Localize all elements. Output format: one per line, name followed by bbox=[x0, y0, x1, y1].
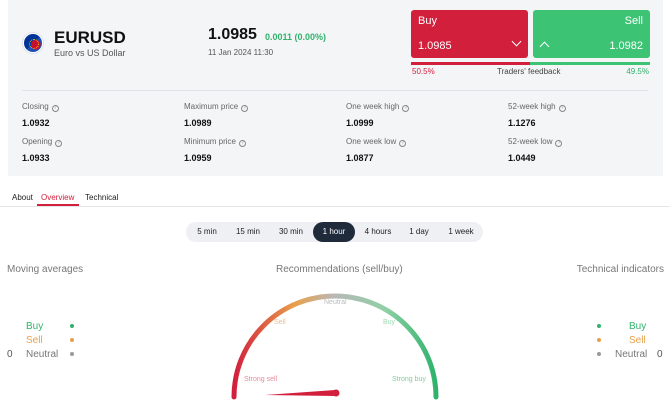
stat-label-one-week-high: One week high? bbox=[346, 102, 410, 112]
stat-value-one-week-high: 1.0999 bbox=[346, 118, 374, 128]
price-change: 0.0011 (0.00%) bbox=[265, 32, 327, 42]
timeframe-30-min[interactable]: 30 min bbox=[273, 222, 309, 242]
ti-legend-sell: Sell bbox=[629, 335, 646, 346]
info-icon[interactable]: ? bbox=[51, 105, 59, 112]
stat-label-52-week-low: 52-week low? bbox=[508, 137, 563, 147]
tab-divider bbox=[0, 206, 670, 207]
technical-indicators-title: Technical indicators bbox=[576, 264, 664, 275]
stat-label-maximum-price: Maximum price? bbox=[184, 102, 249, 112]
gauge-label-strong-sell: Strong sell bbox=[244, 376, 278, 383]
info-icon[interactable]: ? bbox=[558, 105, 566, 112]
feedback-buy-bar bbox=[411, 62, 530, 65]
ma-legend-neutral: Neutral bbox=[26, 349, 59, 360]
current-price: 1.0985 bbox=[208, 26, 257, 43]
stat-label-one-week-low: One week low? bbox=[346, 137, 407, 147]
neutral-dot-icon bbox=[70, 352, 74, 356]
gauge-label-strong-buy: Strong buy bbox=[392, 376, 426, 383]
gauge-needle-hub bbox=[332, 389, 340, 397]
timeframe-1-day[interactable]: 1 day bbox=[402, 222, 436, 242]
chevron-down-icon bbox=[511, 36, 522, 47]
chevron-up-icon bbox=[539, 41, 550, 52]
feedback-buy-percent: 50.5% bbox=[412, 67, 435, 76]
tab-technical[interactable]: Technical bbox=[85, 193, 118, 202]
timeframe-1-hour[interactable]: 1 hour bbox=[313, 222, 355, 242]
tab-about[interactable]: About bbox=[12, 193, 33, 202]
stat-value-maximum-price: 1.0989 bbox=[184, 118, 212, 128]
recommendations-title: Recommendations (sell/buy) bbox=[276, 264, 403, 275]
gauge-needle bbox=[265, 390, 335, 396]
buy-dot-icon bbox=[597, 324, 601, 328]
info-icon[interactable]: ? bbox=[241, 105, 249, 112]
stat-value-one-week-low: 1.0877 bbox=[346, 153, 374, 163]
stat-value-52-week-high: 1.1276 bbox=[508, 118, 536, 128]
stat-label-closing: Closing? bbox=[22, 102, 59, 112]
timeframe-15-min[interactable]: 15 min bbox=[230, 222, 266, 242]
ma-neutral-count: 0 bbox=[7, 349, 13, 360]
stat-value-opening: 1.0933 bbox=[22, 153, 50, 163]
sell-button[interactable]: Sell 1.0982 bbox=[533, 10, 650, 58]
traders-feedback-label: Traders' feedback bbox=[497, 67, 561, 76]
ma-legend-buy: Buy bbox=[26, 321, 44, 332]
eu-flag-icon bbox=[23, 33, 43, 53]
feedback-sell-bar bbox=[530, 62, 650, 65]
info-icon[interactable]: ? bbox=[55, 140, 63, 147]
buy-label: Buy bbox=[418, 15, 437, 27]
ma-legend-sell: Sell bbox=[26, 335, 43, 346]
stat-value-closing: 1.0932 bbox=[22, 118, 50, 128]
gauge-label-sell: Sell bbox=[274, 319, 286, 326]
info-icon[interactable]: ? bbox=[239, 140, 247, 147]
timeframe-4-hours[interactable]: 4 hours bbox=[360, 222, 396, 242]
recommendation-gauge: Strong sell Sell Neutral Buy Strong buy bbox=[231, 293, 439, 400]
gauge-label-buy: Buy bbox=[383, 319, 396, 326]
tab-bar: About Overview Technical bbox=[0, 188, 670, 206]
instrument-symbol: EURUSD bbox=[54, 28, 126, 47]
ti-neutral-count: 0 bbox=[657, 349, 663, 360]
buy-button[interactable]: Buy 1.0985 bbox=[411, 10, 528, 58]
ti-legend-buy: Buy bbox=[629, 321, 647, 332]
sell-price: 1.0982 bbox=[609, 40, 643, 52]
price-datetime: 11 Jan 2024 11:30 bbox=[208, 48, 274, 57]
info-icon[interactable]: ? bbox=[399, 140, 407, 147]
instrument-name: Euro vs US Dollar bbox=[54, 48, 126, 58]
ti-legend-neutral: Neutral bbox=[615, 349, 648, 360]
sell-dot-icon bbox=[70, 338, 74, 342]
buy-price: 1.0985 bbox=[418, 40, 452, 52]
info-icon[interactable]: ? bbox=[402, 105, 410, 112]
stat-value-minimum-price: 1.0959 bbox=[184, 153, 212, 163]
stat-value-52-week-low: 1.0449 bbox=[508, 153, 536, 163]
buy-dot-icon bbox=[70, 324, 74, 328]
neutral-dot-icon bbox=[597, 352, 601, 356]
moving-averages-title: Moving averages bbox=[7, 264, 84, 275]
tab-overview[interactable]: Overview bbox=[41, 193, 74, 202]
card-divider bbox=[22, 90, 648, 91]
sell-label: Sell bbox=[624, 15, 643, 27]
timeframe-5-min[interactable]: 5 min bbox=[190, 222, 224, 242]
feedback-sell-percent: 49.5% bbox=[626, 67, 649, 76]
gauge-label-neutral: Neutral bbox=[324, 299, 347, 306]
timeframe-1-week[interactable]: 1 week bbox=[442, 222, 480, 242]
stat-label-minimum-price: Minimum price? bbox=[184, 137, 247, 147]
info-icon[interactable]: ? bbox=[555, 140, 563, 147]
stat-label-opening: Opening? bbox=[22, 137, 63, 147]
sell-dot-icon bbox=[597, 338, 601, 342]
stat-label-52-week-high: 52-week high? bbox=[508, 102, 566, 112]
